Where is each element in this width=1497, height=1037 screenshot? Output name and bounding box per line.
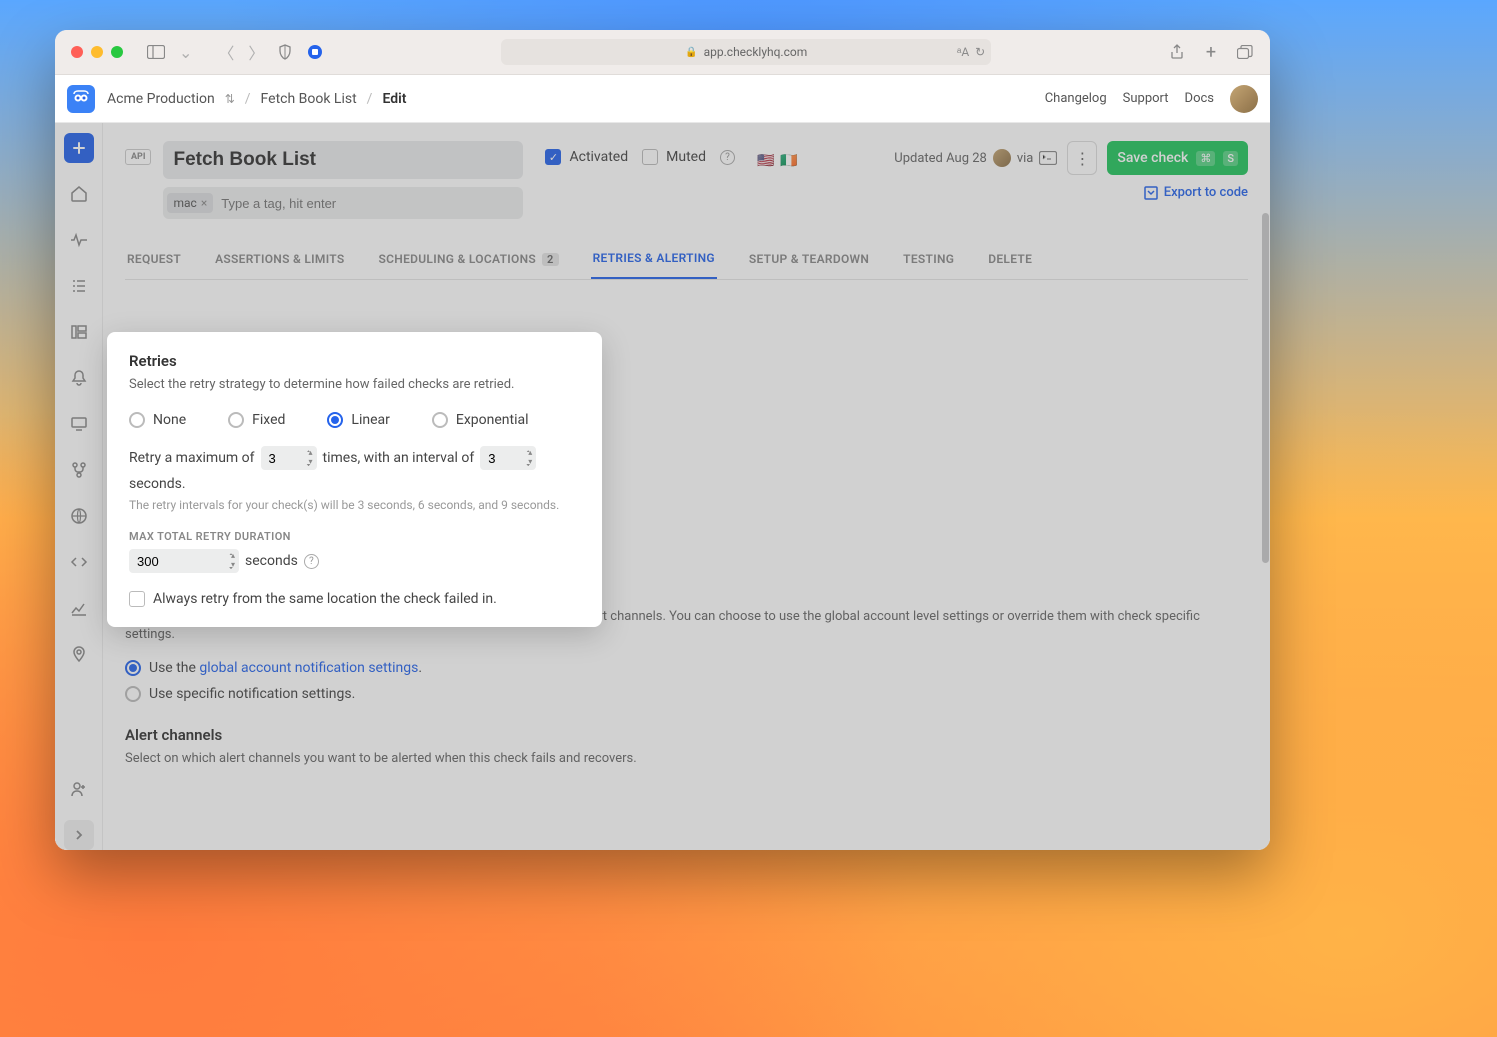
- invite-icon[interactable]: [64, 774, 94, 804]
- updated-text: Updated Aug 28 via: [894, 149, 1057, 167]
- app-topbar: Acme Production ⇅ / Fetch Book List / Ed…: [55, 75, 1270, 123]
- pulse-icon[interactable]: [64, 225, 94, 255]
- activated-checkbox[interactable]: ✓ Activated: [545, 149, 628, 165]
- radio-specific-settings[interactable]: Use specific notification settings.: [125, 686, 1248, 702]
- close-window-button[interactable]: [71, 46, 83, 58]
- muted-checkbox[interactable]: Muted: [642, 149, 706, 165]
- scrollbar-thumb[interactable]: [1262, 213, 1269, 563]
- export-to-code-link[interactable]: Export to code: [1144, 185, 1248, 200]
- add-button[interactable]: [64, 133, 94, 163]
- sidebar-toggle-button[interactable]: [143, 41, 169, 63]
- sidebar: [55, 123, 103, 850]
- app-logo[interactable]: [67, 85, 95, 113]
- back-button[interactable]: 〈: [214, 40, 238, 64]
- maximize-window-button[interactable]: [111, 46, 123, 58]
- address-bar[interactable]: 🔒 app.checklyhq.com ᵃA ↻: [501, 39, 991, 65]
- radio-linear[interactable]: Linear: [327, 412, 389, 428]
- window-controls: [71, 46, 123, 58]
- chevron-down-icon[interactable]: ⌄: [175, 43, 196, 62]
- reload-icon[interactable]: ↻: [975, 45, 985, 59]
- minimize-window-button[interactable]: [91, 46, 103, 58]
- nav-support[interactable]: Support: [1123, 91, 1169, 106]
- radio-global-settings[interactable]: Use the global account notification sett…: [125, 660, 1248, 676]
- url-text: app.checklyhq.com: [704, 45, 808, 59]
- help-icon[interactable]: ?: [304, 554, 319, 569]
- more-actions-button[interactable]: ⋮: [1067, 141, 1097, 175]
- check-title-input[interactable]: [163, 141, 523, 179]
- alert-channels-desc: Select on which alert channels you want …: [125, 750, 1248, 768]
- max-total-input[interactable]: [129, 549, 239, 573]
- breadcrumb: Acme Production ⇅ / Fetch Book List / Ed…: [107, 91, 406, 107]
- tabs: REQUEST ASSERTIONS & LIMITS SCHEDULING &…: [125, 241, 1248, 280]
- nav-docs[interactable]: Docs: [1185, 91, 1214, 106]
- list-icon[interactable]: [64, 271, 94, 301]
- collapse-icon[interactable]: [64, 820, 94, 850]
- tags-input-box[interactable]: mac ×: [163, 187, 523, 219]
- tab-testing[interactable]: TESTING: [901, 241, 956, 279]
- tab-badge: 2: [542, 253, 559, 266]
- tab-assertions[interactable]: ASSERTIONS & LIMITS: [213, 241, 346, 279]
- save-check-button[interactable]: Save check ⌘ S: [1107, 141, 1248, 175]
- fork-icon[interactable]: [64, 455, 94, 485]
- breadcrumb-current: Edit: [382, 91, 406, 107]
- browser-titlebar: ⌄ 〈 〉 🔒 app.checklyhq.com ᵃA ↻: [55, 30, 1270, 75]
- chart-icon[interactable]: [64, 593, 94, 623]
- retries-title: Retries: [129, 352, 580, 370]
- alert-channels-section: Alert channels Select on which alert cha…: [125, 726, 1248, 768]
- share-icon[interactable]: [1168, 43, 1186, 61]
- new-tab-icon[interactable]: +: [1202, 43, 1220, 61]
- lock-icon: 🔒: [685, 47, 697, 58]
- globe-icon[interactable]: [64, 501, 94, 531]
- tab-delete[interactable]: DELETE: [986, 241, 1034, 279]
- flag-us-icon: 🇺🇸: [757, 153, 774, 169]
- radio-exponential[interactable]: Exponential: [432, 412, 529, 428]
- cli-icon: [1039, 151, 1057, 165]
- bell-icon[interactable]: [64, 363, 94, 393]
- retry-config-line: Retry a maximum of ▴▾ times, with an int…: [129, 446, 580, 492]
- tag-text-input[interactable]: [217, 196, 519, 211]
- breadcrumb-org[interactable]: Acme Production: [107, 91, 215, 107]
- translate-icon[interactable]: ᵃA: [957, 45, 969, 59]
- browser-window: ⌄ 〈 〉 🔒 app.checklyhq.com ᵃA ↻: [55, 30, 1270, 850]
- api-badge: API: [125, 149, 151, 165]
- tab-scheduling[interactable]: SCHEDULING & LOCATIONS 2: [377, 241, 561, 279]
- extension-icon[interactable]: [306, 43, 324, 61]
- updated-avatar: [993, 149, 1011, 167]
- group-icon[interactable]: [64, 317, 94, 347]
- help-icon[interactable]: ?: [720, 150, 735, 165]
- tab-request[interactable]: REQUEST: [125, 241, 183, 279]
- retries-desc: Select the retry strategy to determine h…: [129, 376, 580, 394]
- monitor-icon[interactable]: [64, 409, 94, 439]
- retry-hint: The retry intervals for your check(s) wi…: [129, 498, 580, 512]
- shield-icon[interactable]: [276, 43, 294, 61]
- forward-button[interactable]: 〉: [244, 40, 268, 64]
- flag-ie-icon: 🇮🇪: [780, 153, 797, 169]
- tag-chip: mac ×: [167, 193, 213, 213]
- radio-none[interactable]: None: [129, 412, 186, 428]
- max-total-label: MAX TOTAL RETRY DURATION: [129, 530, 580, 543]
- code-icon[interactable]: [64, 547, 94, 577]
- nav-changelog[interactable]: Changelog: [1045, 91, 1107, 106]
- tab-setup[interactable]: SETUP & TEARDOWN: [747, 241, 871, 279]
- tabs-icon[interactable]: [1236, 43, 1254, 61]
- alert-channels-title: Alert channels: [125, 726, 1248, 744]
- breadcrumb-page[interactable]: Fetch Book List: [261, 91, 357, 107]
- location-flags: 🇺🇸 🇮🇪: [757, 153, 798, 169]
- location-icon[interactable]: [64, 639, 94, 669]
- same-location-checkbox[interactable]: Always retry from the same location the …: [129, 591, 580, 607]
- tab-retries[interactable]: RETRIES & ALERTING: [591, 241, 717, 279]
- remove-tag-icon[interactable]: ×: [201, 196, 207, 210]
- home-icon[interactable]: [64, 179, 94, 209]
- org-switch-icon[interactable]: ⇅: [225, 92, 235, 106]
- user-avatar[interactable]: [1230, 85, 1258, 113]
- retries-highlight-panel: Retries Select the retry strategy to det…: [107, 332, 602, 627]
- global-settings-link[interactable]: global account notification settings: [199, 660, 418, 676]
- radio-fixed[interactable]: Fixed: [228, 412, 285, 428]
